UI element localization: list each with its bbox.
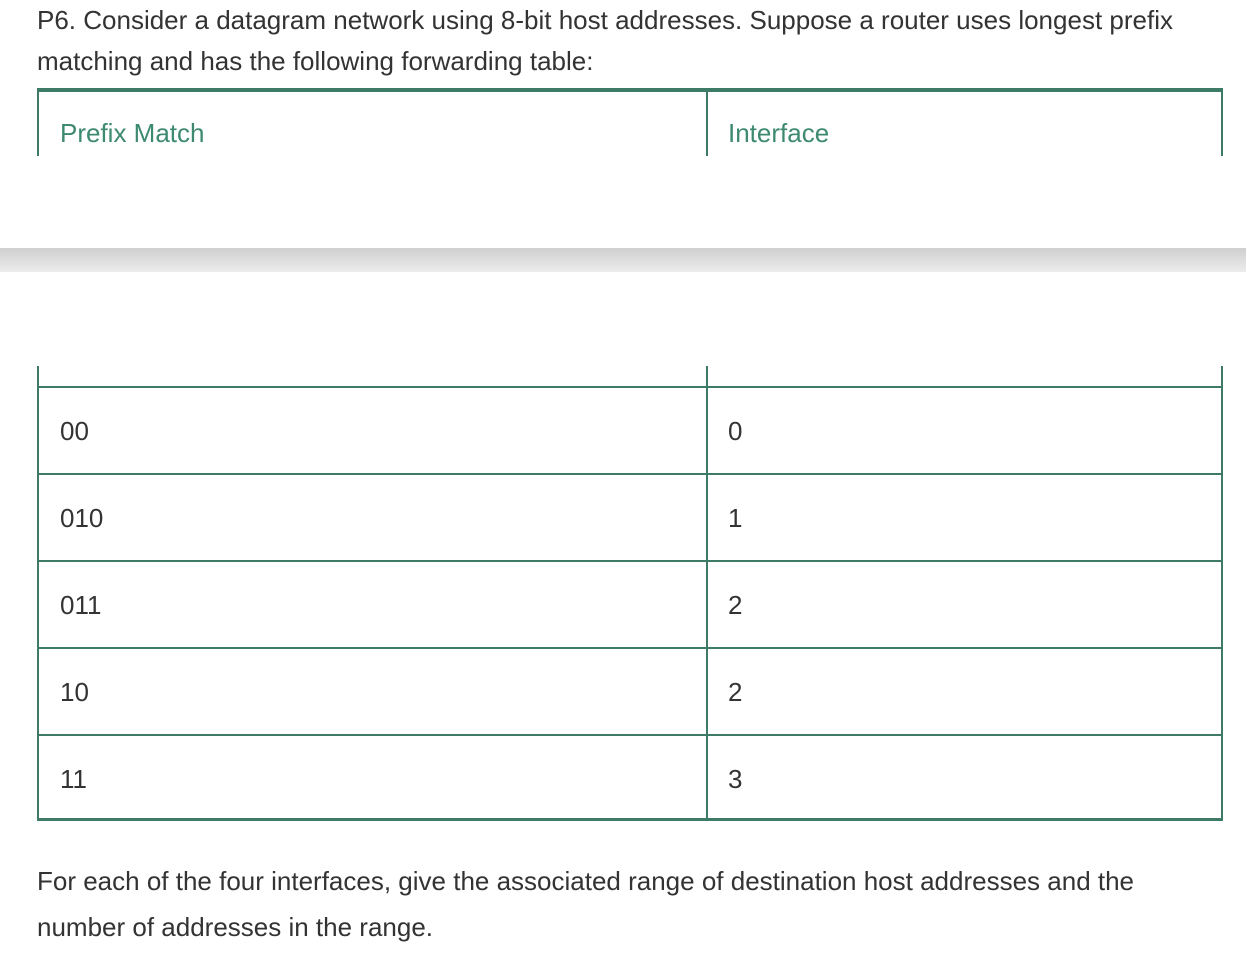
- table-header: Prefix Match Interface: [37, 88, 1223, 156]
- prefix-cell: 011: [37, 562, 708, 647]
- table-row: 10 2: [37, 647, 1223, 734]
- table-row: 010 1: [37, 473, 1223, 560]
- problem-question: For each of the four interfaces, give th…: [37, 866, 1135, 942]
- interface-cell: 2: [708, 562, 1223, 647]
- table-row: 00 0: [37, 386, 1223, 473]
- table-border-stub-right: [1221, 366, 1223, 386]
- problem-intro: P6. Consider a datagram network using 8-…: [37, 5, 1173, 76]
- interface-cell: 0: [708, 388, 1223, 473]
- interface-cell: 1: [708, 475, 1223, 560]
- interface-cell: 2: [708, 649, 1223, 734]
- prefix-cell: 11: [37, 736, 708, 818]
- header-interface: Interface: [708, 92, 1223, 156]
- header-prefix-match: Prefix Match: [37, 92, 708, 156]
- forwarding-table: 00 0 010 1 011 2 10 2 11 3: [37, 386, 1223, 821]
- table-row: 011 2: [37, 560, 1223, 647]
- table-row: 11 3: [37, 734, 1223, 821]
- prefix-cell: 00: [37, 388, 708, 473]
- prefix-cell: 010: [37, 475, 708, 560]
- table-border-stub-middle: [706, 366, 708, 386]
- page-break-divider: [0, 248, 1246, 272]
- table-border-stub-left: [37, 366, 39, 386]
- interface-cell: 3: [708, 736, 1223, 818]
- prefix-cell: 10: [37, 649, 708, 734]
